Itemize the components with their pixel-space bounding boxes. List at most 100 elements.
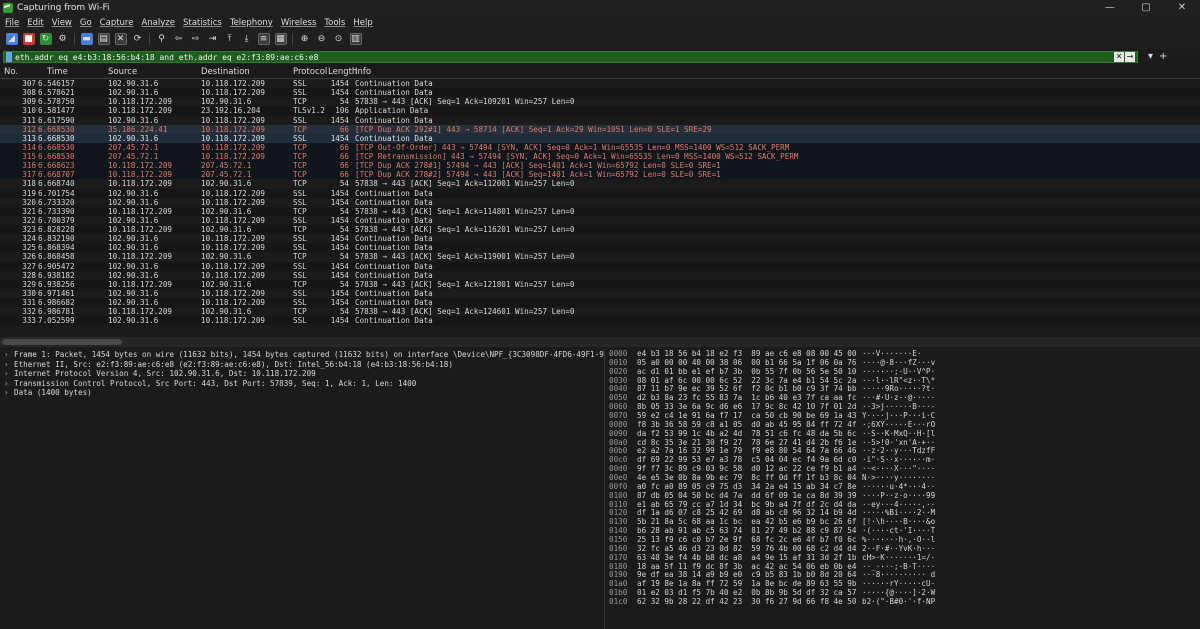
packet-row[interactable]: 314 6.668530 207.45.72.1 10.118.172.209 TCP 6… (0, 142, 1200, 152)
detail-tree-item[interactable]: › Internet Protocol Version 4, Src: 102.9… (0, 369, 604, 379)
packet-bytes-pane[interactable]: 0000 e4 b3 18 56 b4 18 e2 f3 89 ae c6 e8 … (606, 350, 1200, 629)
display-filter-text[interactable]: eth.addr eq e4:b3:18:56:b4:18 and eth.ad… (15, 53, 318, 62)
packet-time-cell: 6.668530 (38, 124, 75, 134)
expand-arrow-icon[interactable]: › (4, 350, 14, 360)
menu-analyze[interactable]: Analyze (141, 18, 175, 28)
maximize-button[interactable]: ▢ (1128, 0, 1164, 16)
column-header-time[interactable]: Time (47, 67, 68, 77)
menu-tools[interactable]: Tools (324, 18, 345, 28)
packet-src-cell: 10.118.172.209 (108, 307, 173, 317)
close-button[interactable]: ✕ (1164, 0, 1200, 16)
column-header-no[interactable]: No. (4, 67, 18, 77)
colorize-icon[interactable]: ▦ (274, 33, 287, 45)
detail-tree-item[interactable]: › Transmission Control Protocol, Src Port… (0, 379, 604, 389)
packet-row[interactable]: 310 6.581477 10.118.172.209 23.192.16.204 TL… (0, 106, 1200, 116)
packet-row[interactable]: 312 6.668530 35.186.224.41 10.118.172.209 TC… (0, 124, 1200, 134)
expand-arrow-icon[interactable]: › (4, 360, 14, 370)
scrollbar-thumb[interactable] (2, 339, 122, 345)
open-file-icon[interactable]: ▬ (80, 33, 93, 45)
go-to-packet-icon[interactable]: ⇥ (207, 33, 219, 45)
packet-info-cell: Continuation Data (355, 270, 433, 280)
zoom-in-icon[interactable]: ⊕ (299, 33, 311, 45)
go-forward-icon[interactable]: ⇨ (190, 33, 202, 45)
byte-ascii[interactable]: b2·("·B#0·'·f·NP (862, 597, 935, 607)
packet-row[interactable]: 316 6.668623 10.118.172.209 207.45.72.1 TCP 6… (0, 161, 1200, 171)
go-back-icon[interactable]: ⇦ (173, 33, 185, 45)
resize-columns-icon[interactable]: ▥ (349, 33, 362, 45)
packet-row[interactable]: 330 6.971461 102.90.31.6 10.118.172.209 SSL 1… (0, 289, 1200, 298)
packet-row[interactable]: 307 6.546157 102.90.31.6 10.118.172.209 SSL 1… (0, 79, 1200, 88)
packet-row[interactable]: 321 6.733390 10.118.172.209 102.90.31.6 TCP 5… (0, 206, 1200, 216)
add-filter-button[interactable]: + (1159, 51, 1167, 63)
column-header-source[interactable]: Source (108, 67, 137, 77)
detail-tree-item[interactable]: › Ethernet II, Src: e2:f3:89:ae:c6:e8 (e2… (0, 360, 604, 370)
display-filter-input[interactable]: eth.addr eq e4:b3:18:56:b4:18 and eth.ad… (3, 51, 1138, 63)
zoom-out-icon[interactable]: ⊖ (316, 33, 328, 45)
restart-capture-icon[interactable]: ↻ (39, 33, 52, 45)
detail-tree-item[interactable]: › Frame 1: Packet, 1454 bytes on wire (11… (0, 350, 604, 360)
column-header-protocol[interactable]: Protocol (293, 67, 327, 77)
packet-src-cell: 102.90.31.6 (108, 215, 159, 225)
packet-proto-cell: TCP (293, 152, 307, 161)
packet-row[interactable]: 315 6.668530 207.45.72.1 10.118.172.209 TCP 6… (0, 152, 1200, 162)
expand-arrow-icon[interactable]: › (4, 388, 14, 398)
byte-offset[interactable]: 01c0 (609, 597, 627, 607)
packet-row[interactable]: 313 6.668530 102.90.31.6 10.118.172.209 SSL 1… (0, 133, 1200, 143)
packet-row[interactable]: 308 6.578621 102.90.31.6 10.118.172.209 SSL 1… (0, 88, 1200, 98)
menu-view[interactable]: View (52, 18, 72, 28)
packet-row[interactable]: 319 6.701754 102.90.31.6 10.118.172.209 SSL 1… (0, 188, 1200, 198)
expand-arrow-icon[interactable]: › (4, 369, 14, 379)
packet-row[interactable]: 328 6.938182 102.90.31.6 10.118.172.209 SSL 1… (0, 271, 1200, 280)
expand-arrow-icon[interactable]: › (4, 379, 14, 389)
menu-statistics[interactable]: Statistics (183, 18, 222, 28)
packet-row[interactable]: 320 6.733320 102.90.31.6 10.118.172.209 SSL 1… (0, 198, 1200, 207)
bookmark-icon[interactable] (6, 52, 12, 62)
normal-size-icon[interactable]: ⊙ (333, 33, 345, 45)
menu-help[interactable]: Help (353, 18, 372, 28)
packet-row[interactable]: 332 6.986781 10.118.172.209 102.90.31.6 TCP 5… (0, 307, 1200, 316)
minimize-button[interactable]: — (1092, 0, 1128, 16)
column-header-length[interactable]: Length (328, 67, 357, 77)
window-title: Capturing from Wi-Fi (17, 3, 110, 13)
go-last-packet-icon[interactable]: ⤓ (241, 33, 253, 45)
menu-edit[interactable]: Edit (27, 18, 43, 28)
clear-filter-button[interactable]: ✕ (1114, 52, 1124, 62)
packet-row[interactable]: 331 6.986682 102.90.31.6 10.118.172.209 SSL 1… (0, 298, 1200, 308)
packet-row[interactable]: 309 6.578750 10.118.172.209 102.90.31.6 TCP 5… (0, 97, 1200, 106)
save-file-icon[interactable]: ▤ (97, 33, 110, 45)
menu-go[interactable]: Go (80, 18, 92, 28)
apply-filter-button[interactable]: → (1125, 52, 1135, 62)
menu-wireless[interactable]: Wireless (281, 18, 317, 28)
menu-file[interactable]: File (5, 18, 19, 28)
packet-row[interactable]: 324 6.832190 102.90.31.6 10.118.172.209 SSL 1… (0, 234, 1200, 243)
go-first-packet-icon[interactable]: ⤒ (224, 33, 236, 45)
column-header-info[interactable]: Info (355, 67, 371, 77)
byte-hex[interactable]: 62 32 9b 28 22 df 42 23 30 f6 27 9d 66 f… (637, 597, 856, 607)
packet-row[interactable]: 311 6.617590 102.90.31.6 10.118.172.209 SSL 1… (0, 116, 1200, 125)
close-file-icon[interactable]: ✕ (114, 33, 127, 45)
start-capture-icon[interactable]: ◢ (5, 33, 18, 45)
capture-options-icon[interactable]: ⚙ (57, 33, 69, 45)
reload-icon[interactable]: ⟳ (132, 33, 144, 45)
detail-tree-item[interactable]: › Data (1400 bytes) (0, 388, 604, 398)
packet-list[interactable]: 307 6.546157 102.90.31.6 10.118.172.209 SSL 1… (0, 79, 1200, 335)
filter-history-dropdown[interactable]: ▾ (1148, 51, 1153, 63)
packet-list-scrollbar[interactable] (0, 337, 1200, 347)
packet-row[interactable]: 317 6.668707 10.118.172.209 207.45.72.1 TCP 6… (0, 170, 1200, 180)
stop-capture-icon[interactable]: ■ (22, 33, 35, 45)
column-header-destination[interactable]: Destination (201, 67, 250, 77)
packet-row[interactable]: 326 6.868458 10.118.172.209 102.90.31.6 TCP 5… (0, 252, 1200, 261)
packet-row[interactable]: 323 6.828228 10.118.172.209 102.90.31.6 TCP 5… (0, 225, 1200, 235)
packet-row[interactable]: 333 7.052599 102.90.31.6 10.118.172.209 SSL 1… (0, 316, 1200, 326)
packet-row[interactable]: 318 6.668740 10.118.172.209 102.90.31.6 TCP 5… (0, 179, 1200, 188)
packet-row[interactable]: 329 6.938256 10.118.172.209 102.90.31.6 TCP 5… (0, 279, 1200, 289)
packet-row[interactable]: 327 6.905472 102.90.31.6 10.118.172.209 SSL 1… (0, 261, 1200, 271)
packet-details-pane[interactable]: › Frame 1: Packet, 1454 bytes on wire (11… (0, 350, 605, 629)
packet-row[interactable]: 322 6.780379 102.90.31.6 10.118.172.209 SSL 1… (0, 216, 1200, 225)
autoscroll-icon[interactable]: ≡ (257, 33, 270, 45)
menu-capture[interactable]: Capture (100, 18, 134, 28)
find-packet-icon[interactable]: ⚲ (156, 33, 168, 45)
packet-row[interactable]: 325 6.868394 102.90.31.6 10.118.172.209 SSL 1… (0, 243, 1200, 253)
packet-src-cell: 10.118.172.209 (108, 97, 173, 107)
menu-telephony[interactable]: Telephony (230, 18, 273, 28)
